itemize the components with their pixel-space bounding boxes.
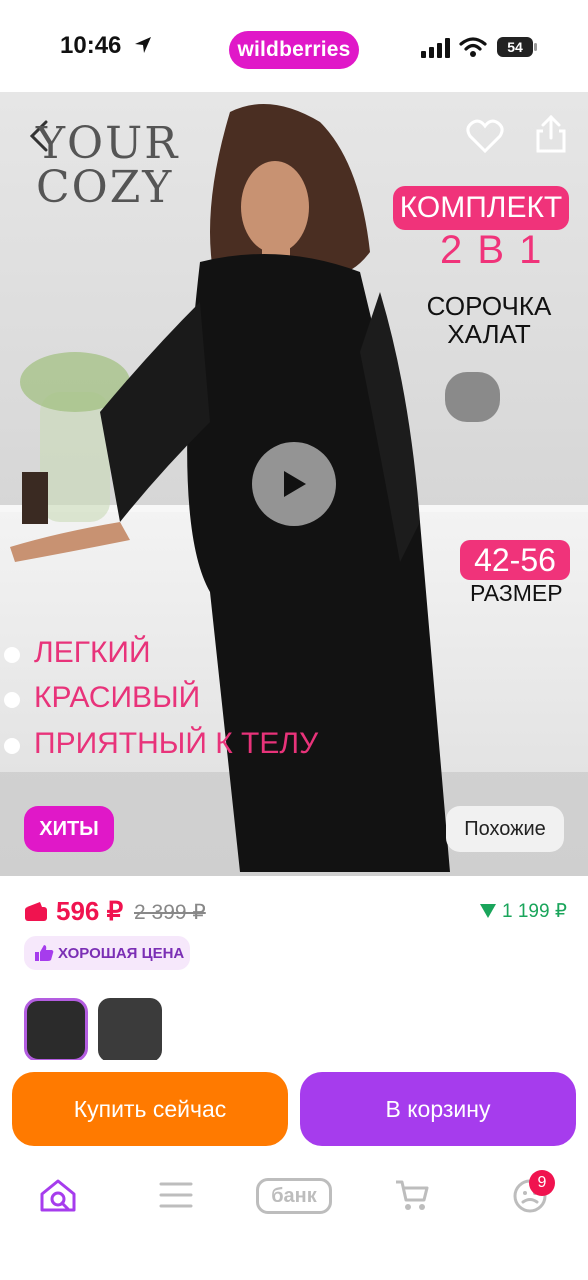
brand-logo: YOUR COZY — [36, 118, 180, 213]
size-range-badge: 42-56 — [460, 540, 570, 580]
installment-price[interactable]: 1 199 ₽ — [502, 900, 567, 923]
good-price-label: ХОРОШАЯ ЦЕНА — [58, 944, 185, 962]
bullet-dot — [4, 692, 20, 708]
thumbs-up-icon — [35, 945, 54, 961]
home-search-icon[interactable] — [38, 1176, 78, 1216]
item-robe: ХАЛАТ — [447, 319, 531, 349]
thumbnail-1[interactable] — [24, 998, 88, 1062]
battery-cap — [534, 43, 537, 51]
app-brand-pill: wildberries — [229, 31, 359, 69]
size-label: РАЗМЕР — [470, 580, 563, 606]
feature-beautiful: КРАСИВЫЙ — [34, 681, 201, 714]
play-icon — [284, 471, 306, 497]
set-badge: КОМПЛЕКТ — [393, 186, 569, 230]
bullet-dot — [4, 738, 20, 754]
buy-now-button[interactable]: Купить сейчас — [12, 1072, 288, 1146]
logo-line-2: COZY — [36, 162, 174, 213]
wallet-icon — [25, 902, 47, 921]
feature-comfortable: ПРИЯТНЫЙ К ТЕЛУ — [34, 727, 319, 760]
bullet-dot — [4, 647, 20, 663]
down-arrow-icon — [480, 904, 496, 918]
status-time: 10:46 — [60, 32, 122, 59]
hits-badge[interactable]: ХИТЫ — [24, 806, 114, 852]
location-arrow-icon — [135, 37, 151, 53]
menu-icon[interactable] — [158, 1180, 194, 1210]
play-button[interactable] — [252, 442, 336, 526]
good-price-badge[interactable]: ХОРОШАЯ ЦЕНА — [24, 936, 190, 970]
current-price: 596 ₽ — [56, 896, 124, 926]
signal-icon — [421, 38, 450, 58]
items-label: СОРОЧКА ХАЛАТ — [424, 292, 554, 348]
old-price: 2 399 ₽ — [134, 901, 206, 924]
item-nightgown: СОРОЧКА — [426, 291, 552, 321]
heart-icon[interactable] — [466, 118, 504, 154]
product-image[interactable]: YOUR COZY КОМПЛЕКТ 2 В 1 СОРОЧКА ХАЛАТ 4… — [0, 92, 588, 876]
logo-line-1: YOUR — [36, 118, 180, 169]
similar-button[interactable]: Похожие — [446, 806, 564, 852]
wifi-icon — [459, 37, 487, 57]
notification-badge: 9 — [529, 1170, 555, 1196]
battery-icon: 54 — [497, 37, 533, 57]
thumbnail-2[interactable] — [98, 998, 162, 1062]
add-to-cart-button[interactable]: В корзину — [300, 1072, 576, 1146]
tab-bank[interactable]: банк — [256, 1178, 332, 1214]
cart-icon[interactable] — [394, 1178, 430, 1212]
share-icon[interactable] — [534, 114, 568, 154]
feature-light: ЛЕГКИЙ — [34, 636, 151, 669]
two-in-one-label: 2 В 1 — [440, 228, 544, 272]
